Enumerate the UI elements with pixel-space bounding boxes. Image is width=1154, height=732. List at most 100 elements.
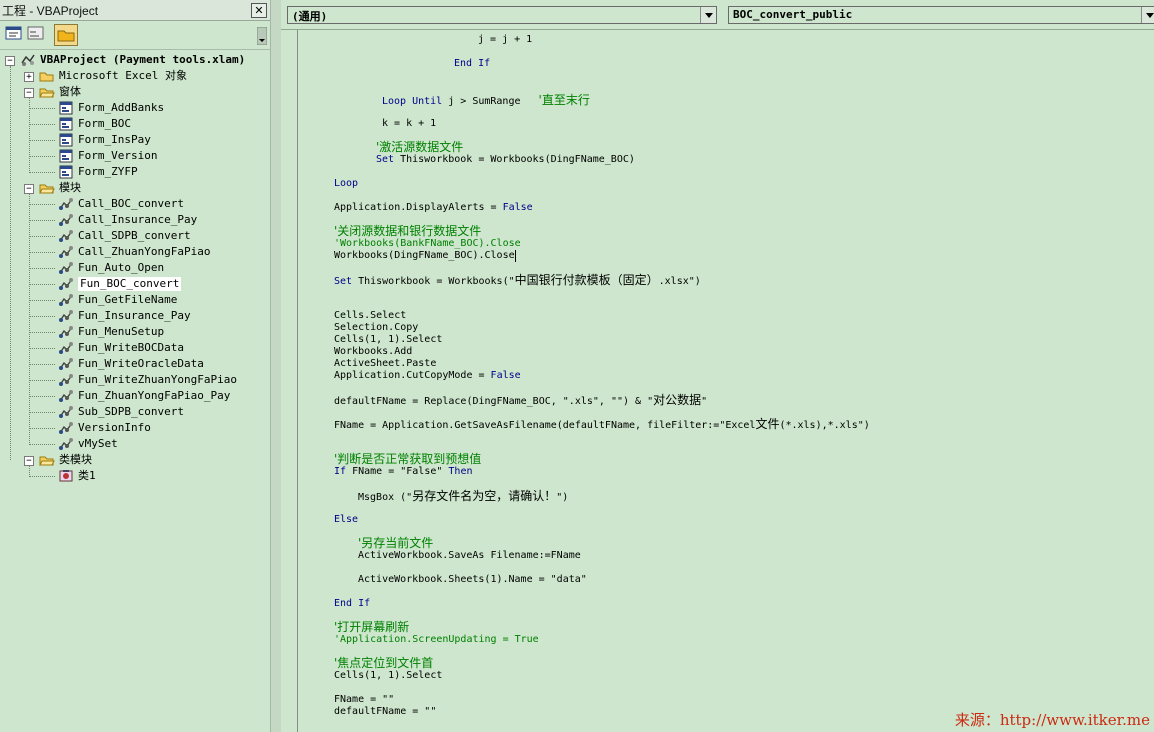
toggle-folders-button[interactable] bbox=[54, 24, 78, 46]
tree-connector bbox=[29, 220, 55, 221]
code-text: Cells(1, 1).Select bbox=[334, 670, 443, 681]
module-icon bbox=[59, 390, 73, 402]
collapse-icon[interactable]: − bbox=[24, 88, 34, 98]
code-line[interactable]: Cells.Select bbox=[334, 310, 406, 322]
tree-connector bbox=[29, 98, 30, 173]
tree-connector bbox=[29, 172, 55, 173]
code-line[interactable]: j = j + 1 bbox=[478, 34, 532, 46]
code-comment: '打开屏幕刷新 bbox=[334, 620, 410, 634]
tree-item-label: 类1 bbox=[78, 469, 96, 482]
tree-item-label: Fun_Insurance_Pay bbox=[78, 309, 191, 322]
tree-connector bbox=[29, 236, 55, 237]
userform-icon bbox=[59, 133, 73, 147]
code-line[interactable]: '打开屏幕刷新 bbox=[334, 621, 409, 635]
code-text: 文件 bbox=[755, 417, 780, 431]
code-line[interactable]: k = k + 1 bbox=[382, 118, 436, 130]
code-text: Cells.Select bbox=[334, 310, 407, 321]
code-line[interactable]: Selection.Copy bbox=[334, 322, 418, 334]
code-text: 另存文件名为空，请确认！ bbox=[412, 489, 557, 503]
code-line[interactable]: End If bbox=[454, 58, 490, 70]
code-line[interactable]: Application.DisplayAlerts = False bbox=[334, 202, 533, 214]
tree-node-vbaproject[interactable]: − VBAProject (Payment tools.xlam) bbox=[0, 52, 268, 68]
code-line[interactable]: ActiveWorkbook.Sheets(1).Name = "data" bbox=[358, 574, 587, 586]
project-explorer-pane: 工程 - VBAProject ✕ − VBAProject (Payment … bbox=[0, 0, 271, 732]
toolbar-overflow-icon[interactable] bbox=[256, 26, 268, 46]
tree-folder-0[interactable]: + Microsoft Excel 对象 bbox=[0, 68, 268, 84]
code-line[interactable]: ActiveSheet.Paste bbox=[334, 358, 436, 370]
code-editor[interactable]: j = j + 1 End If Loop Until j > SumRange '… bbox=[298, 30, 1154, 732]
code-comment: '直至末行 bbox=[538, 93, 590, 107]
tree-connector bbox=[29, 204, 55, 205]
code-line[interactable]: '激活源数据文件 bbox=[376, 141, 463, 155]
chevron-down-icon[interactable] bbox=[700, 7, 716, 23]
view-code-button[interactable] bbox=[5, 25, 25, 43]
tree-folder-1[interactable]: − 窗体 bbox=[0, 84, 268, 100]
code-line[interactable]: '判断是否正常获取到预想值 bbox=[334, 453, 481, 467]
code-line[interactable]: If FName = "False" Then bbox=[334, 466, 473, 478]
code-text: defaultFName = "" bbox=[334, 706, 437, 717]
collapse-icon[interactable]: − bbox=[24, 456, 34, 466]
code-line[interactable]: Loop bbox=[334, 178, 358, 190]
code-line[interactable]: FName = Application.GetSaveAsFilename(de… bbox=[334, 418, 870, 432]
code-window-header: (通用) BOC_convert_public bbox=[281, 0, 1154, 30]
procedure-dropdown[interactable]: BOC_convert_public bbox=[728, 6, 1154, 24]
collapse-icon[interactable]: − bbox=[5, 56, 15, 66]
code-line[interactable]: Workbooks(DingFName_BOC).Close bbox=[334, 250, 516, 262]
code-keyword: False bbox=[502, 202, 533, 213]
tree-item-label: Fun_WriteBOCData bbox=[78, 341, 184, 354]
code-text: FName = "" bbox=[334, 694, 395, 705]
code-line[interactable]: Loop Until j > SumRange '直至末行 bbox=[382, 94, 590, 108]
code-keyword: If bbox=[334, 466, 347, 477]
code-line[interactable]: '关闭源数据和银行数据文件 bbox=[334, 225, 481, 239]
code-line[interactable]: defaultFName = Replace(DingFName_BOC, ".… bbox=[334, 394, 707, 408]
code-line[interactable]: Set Thisworkbook = Workbooks(DingFName_B… bbox=[376, 154, 635, 166]
code-text: j > SumRange bbox=[442, 96, 539, 107]
code-line[interactable]: Else bbox=[334, 514, 358, 526]
tree-connector bbox=[29, 156, 55, 157]
code-text: ActiveWorkbook.Sheets(1).Name = "data" bbox=[358, 574, 587, 585]
code-window: (通用) BOC_convert_public j = j + 1 End If L… bbox=[281, 0, 1154, 732]
code-comment: '焦点定位到文件首 bbox=[334, 656, 434, 670]
code-line[interactable]: 'Workbooks(BankFName_BOC).Close bbox=[334, 238, 521, 250]
code-comment: 'Workbooks(BankFName_BOC).Close bbox=[334, 238, 521, 249]
tree-connector bbox=[29, 252, 55, 253]
tree-item-label: Fun_WriteZhuanYongFaPiao bbox=[78, 373, 237, 386]
code-line[interactable]: Set Thisworkbook = Workbooks("中国银行付款模板（固… bbox=[334, 274, 701, 288]
tree-folder-2[interactable]: − 模块 bbox=[0, 180, 268, 196]
chevron-down-icon[interactable] bbox=[1141, 7, 1154, 23]
code-line[interactable]: FName = "" bbox=[334, 694, 394, 706]
code-line[interactable]: 'Application.ScreenUpdating = True bbox=[334, 634, 539, 646]
code-line[interactable]: Application.CutCopyMode = False bbox=[334, 370, 521, 382]
code-line[interactable]: Cells(1, 1).Select bbox=[334, 334, 442, 346]
code-comment: '关闭源数据和银行数据文件 bbox=[334, 224, 482, 238]
tree-connector bbox=[10, 66, 11, 460]
project-explorer-toolbar bbox=[0, 21, 270, 50]
code-text: defaultFName = Replace(DingFName_BOC, ".… bbox=[334, 396, 654, 407]
vba-project-icon bbox=[21, 54, 35, 66]
code-line[interactable]: MsgBox ("另存文件名为空，请确认！") bbox=[358, 490, 568, 504]
code-line[interactable]: Cells(1, 1).Select bbox=[334, 670, 442, 682]
tree-item-label: Fun_GetFileName bbox=[78, 293, 178, 306]
collapse-icon[interactable]: − bbox=[24, 184, 34, 194]
code-text: k = k + 1 bbox=[382, 118, 437, 129]
code-line[interactable]: End If bbox=[334, 598, 370, 610]
tree-folder-3[interactable]: − 类模块 bbox=[0, 452, 268, 468]
form-window-icon bbox=[27, 26, 44, 40]
code-line[interactable]: '焦点定位到文件首 bbox=[334, 657, 433, 671]
code-line[interactable]: '另存当前文件 bbox=[358, 537, 433, 551]
view-object-button[interactable] bbox=[27, 25, 47, 43]
tree-item-label: Fun_ZhuanYongFaPiao_Pay bbox=[78, 389, 231, 402]
expand-icon[interactable]: + bbox=[24, 72, 34, 82]
tree-item-label: Fun_Auto_Open bbox=[78, 261, 165, 274]
code-text: Workbooks.Add bbox=[334, 346, 413, 357]
code-line[interactable]: ActiveWorkbook.SaveAs Filename:=FName bbox=[358, 550, 581, 562]
code-line[interactable]: defaultFName = "" bbox=[334, 706, 436, 718]
tree-item-label: Form_Version bbox=[78, 149, 158, 162]
code-margin-indicator-bar[interactable] bbox=[281, 30, 298, 732]
object-dropdown[interactable]: (通用) bbox=[287, 6, 717, 24]
code-text: Application.CutCopyMode = bbox=[334, 370, 491, 381]
code-line[interactable]: Workbooks.Add bbox=[334, 346, 412, 358]
close-icon[interactable]: ✕ bbox=[251, 3, 267, 18]
code-comment: '激活源数据文件 bbox=[376, 140, 464, 154]
tree-item-label: Form_AddBanks bbox=[78, 101, 165, 114]
